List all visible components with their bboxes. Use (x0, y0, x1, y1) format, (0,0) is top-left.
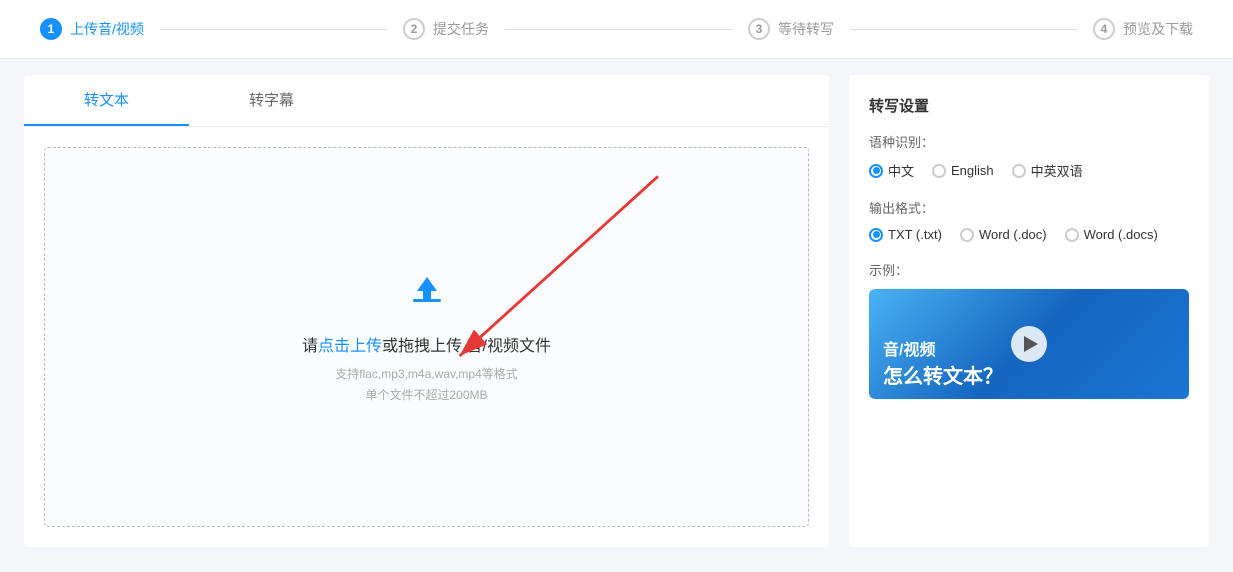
format-option-txt[interactable]: TXT (.txt) (869, 227, 942, 242)
lang-option-english[interactable]: English (932, 163, 994, 178)
video-text-bottom: 怎么转文本？ (883, 360, 1175, 389)
upload-text-before: 请 (302, 338, 318, 355)
step-1-circle: 1 (40, 18, 62, 40)
step-2: 2 提交任务 (403, 18, 489, 40)
lang-option-bilingual[interactable]: 中英双语 (1012, 161, 1083, 180)
video-thumbnail[interactable]: 音/视频 怎么转文本？ (869, 289, 1189, 399)
settings-title: 转写设置 (869, 95, 1189, 116)
format-label-docs: Word (.docs) (1084, 227, 1158, 242)
upload-hint-line1: 支持flac,mp3,m4a,wav,mp4等格式 (335, 364, 518, 384)
main-content: 转文本 转字幕 请点击上传或拖拽上传 (0, 59, 1233, 563)
upload-hint-line2: 单个文件不超过200MB (335, 385, 518, 405)
left-panel: 转文本 转字幕 请点击上传或拖拽上传 (24, 75, 829, 547)
format-label-doc: Word (.doc) (979, 227, 1047, 242)
lang-label: 语种识别： (869, 132, 1189, 151)
tab-subtitle[interactable]: 转字幕 (189, 75, 354, 126)
step-1: 1 上传音/视频 (40, 18, 144, 40)
example-label: 示例： (869, 260, 1189, 279)
step-4-circle: 4 (1093, 18, 1115, 40)
lang-radio-english[interactable] (932, 164, 946, 178)
video-text-top: 音/视频 (883, 336, 1175, 360)
upload-area[interactable]: 请点击上传或拖拽上传 音/视频文件 支持flac,mp3,m4a,wav,mp4… (44, 147, 809, 527)
lang-option-chinese[interactable]: 中文 (869, 161, 914, 180)
tab-text[interactable]: 转文本 (24, 75, 189, 126)
step-4: 4 预览及下载 (1093, 18, 1193, 40)
lang-radio-bilingual[interactable] (1012, 164, 1026, 178)
upload-hint: 支持flac,mp3,m4a,wav,mp4等格式 单个文件不超过200MB (335, 364, 518, 405)
lang-radio-group: 中文 English 中英双语 (869, 161, 1189, 180)
lang-label-chinese: 中文 (888, 161, 914, 180)
step-4-label: 预览及下载 (1123, 19, 1193, 39)
step-2-circle: 2 (403, 18, 425, 40)
step-3-circle: 3 (748, 18, 770, 40)
step-line-1 (160, 29, 387, 30)
lang-label-english: English (951, 163, 994, 178)
step-3-label: 等待转写 (778, 19, 834, 39)
format-label-txt: TXT (.txt) (888, 227, 942, 242)
format-radio-txt[interactable] (869, 228, 883, 242)
upload-text-after: 或拖拽上传 音/视频文件 (382, 338, 551, 355)
step-1-label: 上传音/视频 (70, 19, 144, 39)
upload-prompt: 请点击上传或拖拽上传 音/视频文件 (302, 332, 551, 356)
format-option-docs[interactable]: Word (.docs) (1065, 227, 1158, 242)
step-line-2 (505, 29, 732, 30)
upload-icon (405, 269, 449, 322)
step-2-label: 提交任务 (433, 19, 489, 39)
step-3: 3 等待转写 (748, 18, 834, 40)
format-radio-doc[interactable] (960, 228, 974, 242)
step-line-3 (850, 29, 1077, 30)
format-label: 输出格式： (869, 198, 1189, 217)
format-option-doc[interactable]: Word (.doc) (960, 227, 1047, 242)
upload-link[interactable]: 点击上传 (318, 338, 382, 355)
right-panel: 转写设置 语种识别： 中文 English 中英双语 输出格式： TXT (.t… (849, 75, 1209, 547)
lang-radio-chinese[interactable] (869, 164, 883, 178)
stepper: 1 上传音/视频 2 提交任务 3 等待转写 4 预览及下载 (0, 0, 1233, 59)
format-radio-group: TXT (.txt) Word (.doc) Word (.docs) (869, 227, 1189, 242)
format-radio-docs[interactable] (1065, 228, 1079, 242)
tab-bar: 转文本 转字幕 (24, 75, 829, 127)
lang-label-bilingual: 中英双语 (1031, 161, 1083, 180)
